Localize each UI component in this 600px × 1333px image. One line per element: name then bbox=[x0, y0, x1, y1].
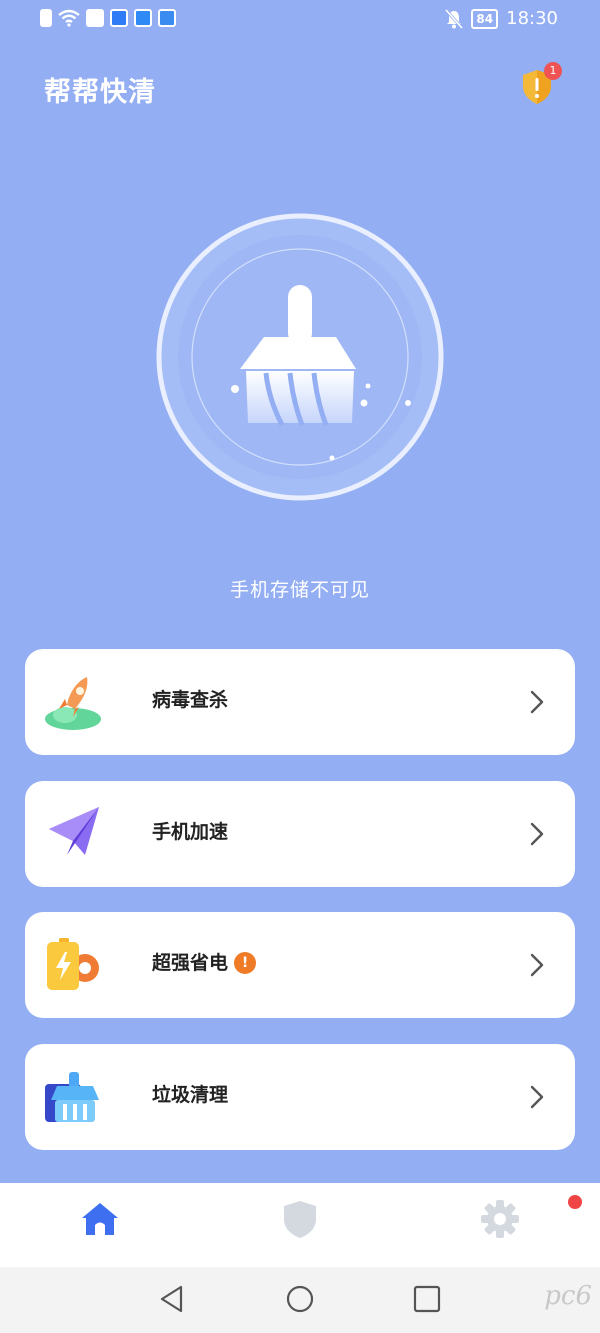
chevron-right-icon bbox=[530, 690, 544, 714]
system-nav-bar: pc6 bbox=[0, 1267, 600, 1333]
warning-badge: ! bbox=[234, 952, 257, 974]
feature-label-text: 超强省电 bbox=[152, 952, 229, 974]
alert-count-badge: 1 bbox=[544, 62, 562, 80]
gear-icon bbox=[481, 1200, 519, 1238]
wifi-icon bbox=[58, 9, 80, 27]
home-circle-icon[interactable] bbox=[285, 1284, 315, 1314]
chevron-right-icon bbox=[530, 953, 544, 977]
broom-circle-graphic bbox=[156, 213, 444, 501]
feature-card-junk-clean[interactable]: 垃圾清理 bbox=[25, 1044, 575, 1150]
nav-security[interactable] bbox=[278, 1197, 322, 1241]
shield-icon bbox=[284, 1201, 316, 1238]
chevron-right-icon bbox=[530, 822, 544, 846]
settings-notification-dot bbox=[568, 1195, 582, 1209]
feature-card-phone-boost[interactable]: 手机加速 bbox=[25, 781, 575, 887]
status-icons-left bbox=[40, 9, 176, 27]
app-notification-icon bbox=[86, 9, 104, 27]
storage-status-text: 手机存储不可见 bbox=[229, 579, 370, 601]
feature-label: 病毒查杀 bbox=[152, 689, 229, 711]
battery-bolt-icon bbox=[47, 938, 99, 990]
feature-card-power-saving[interactable]: 超强省电! bbox=[25, 912, 575, 1018]
status-bar: 84 18:30 bbox=[0, 0, 600, 40]
battery-indicator: 84 bbox=[471, 8, 499, 29]
bell-muted-icon bbox=[445, 8, 464, 29]
sim-icon bbox=[40, 9, 52, 27]
watermark: pc6 bbox=[544, 1281, 592, 1311]
clock: 18:30 bbox=[506, 8, 558, 29]
nav-settings[interactable] bbox=[478, 1197, 522, 1241]
rocket-icon bbox=[45, 677, 101, 730]
security-alert-button[interactable]: 1 bbox=[518, 62, 562, 106]
status-icons-right: 84 18:30 bbox=[445, 8, 558, 29]
feature-label: 手机加速 bbox=[152, 821, 229, 843]
paper-plane-icon bbox=[49, 807, 99, 855]
browser-notification-icon bbox=[134, 9, 152, 27]
app-title: 帮帮快清 bbox=[44, 77, 156, 108]
nav-home[interactable] bbox=[78, 1197, 122, 1241]
feature-label: 超强省电! bbox=[152, 948, 257, 975]
broom-trash-icon bbox=[45, 1072, 99, 1122]
chevron-right-icon bbox=[530, 1085, 544, 1109]
recents-icon[interactable] bbox=[412, 1284, 442, 1314]
cloud-notification-icon bbox=[158, 9, 176, 27]
bulb-notification-icon bbox=[110, 9, 128, 27]
feature-card-virus-scan[interactable]: 病毒查杀 bbox=[25, 649, 575, 755]
home-icon bbox=[82, 1203, 118, 1235]
bottom-nav bbox=[0, 1183, 600, 1267]
clean-scan-button[interactable] bbox=[156, 213, 444, 501]
feature-label: 垃圾清理 bbox=[152, 1084, 229, 1106]
back-icon[interactable] bbox=[157, 1284, 187, 1314]
